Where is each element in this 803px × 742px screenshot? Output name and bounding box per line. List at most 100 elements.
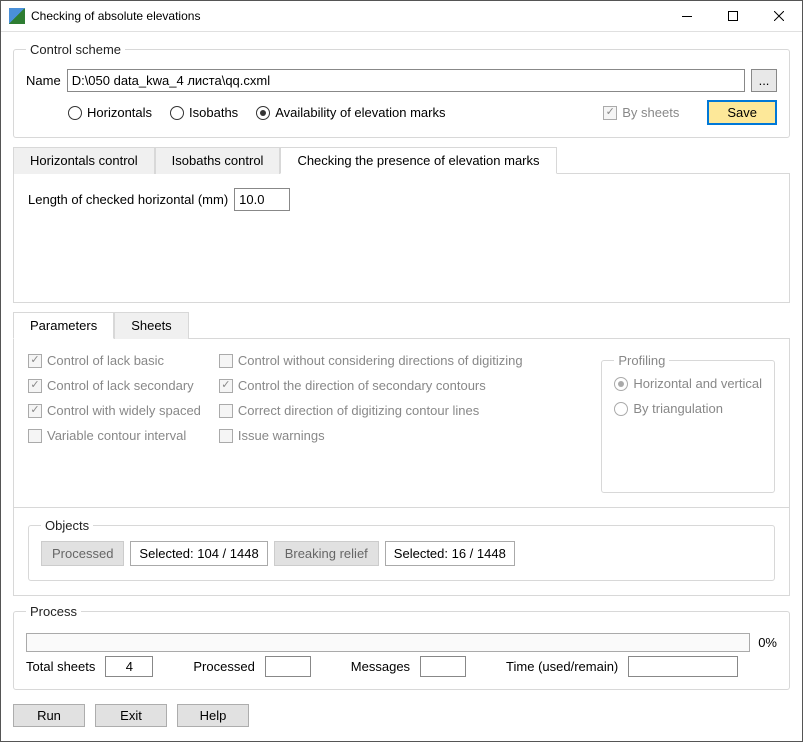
tab-isobaths-control[interactable]: Isobaths control (155, 147, 281, 174)
by-sheets-check: ✓ By sheets (603, 105, 679, 120)
total-sheets-input[interactable] (105, 656, 153, 677)
checkbox-icon: ✓ (219, 379, 233, 393)
check-label: Control the direction of secondary conto… (238, 378, 486, 393)
radio-label: Isobaths (189, 105, 238, 120)
tab-parameters[interactable]: Parameters (13, 312, 114, 339)
check-label: Control with widely spaced (47, 403, 201, 418)
window-title: Checking of absolute elevations (31, 9, 664, 23)
check-label: Variable contour interval (47, 428, 186, 443)
check-label: Control without considering directions o… (238, 353, 523, 368)
check-label: Correct direction of digitizing contour … (238, 403, 479, 418)
check-variable-interval: Variable contour interval (28, 428, 201, 443)
window: Checking of absolute elevations Control … (0, 0, 803, 742)
maximize-button[interactable] (710, 1, 756, 31)
run-button[interactable]: Run (13, 704, 85, 727)
tab-horizontals-control[interactable]: Horizontals control (13, 147, 155, 174)
by-sheets-label: By sheets (622, 105, 679, 120)
checkbox-icon: ✓ (28, 354, 42, 368)
breaking-relief-button[interactable]: Breaking relief (274, 541, 379, 566)
time-input[interactable] (628, 656, 738, 677)
check-label: Control of lack basic (47, 353, 164, 368)
radio-label: Availability of elevation marks (275, 105, 445, 120)
name-label: Name (26, 73, 61, 88)
help-button[interactable]: Help (177, 704, 249, 727)
objects-wrapper: Objects Processed Selected: 104 / 1448 B… (13, 508, 790, 596)
checkbox-icon: ✓ (28, 379, 42, 393)
checkbox-icon (28, 429, 42, 443)
radio-availability[interactable]: Availability of elevation marks (256, 105, 445, 120)
objects-legend: Objects (41, 518, 93, 533)
main-tab-container: Horizontals control Isobaths control Che… (13, 146, 790, 303)
check-widely-spaced: ✓ Control with widely spaced (28, 403, 201, 418)
radio-triangulation: By triangulation (614, 401, 762, 416)
control-scheme-group: Control scheme Name ... Horizontals Isob… (13, 42, 790, 138)
checkbox-icon (219, 404, 233, 418)
tab-sheets[interactable]: Sheets (114, 312, 188, 339)
checkbox-icon: ✓ (28, 404, 42, 418)
progress-row: 0% (26, 633, 777, 652)
radio-label: By triangulation (633, 401, 723, 416)
app-icon (9, 8, 25, 24)
control-scheme-legend: Control scheme (26, 42, 125, 57)
time-label: Time (used/remain) (506, 659, 618, 674)
check-without-directions: Control without considering directions o… (219, 353, 523, 368)
profiling-legend: Profiling (614, 353, 669, 368)
radio-horizontals[interactable]: Horizontals (68, 105, 152, 120)
minimize-button[interactable] (664, 1, 710, 31)
processed-input[interactable] (265, 656, 311, 677)
check-lack-secondary: ✓ Control of lack secondary (28, 378, 201, 393)
ellipsis-icon: ... (759, 73, 770, 88)
objects-row: Processed Selected: 104 / 1448 Breaking … (41, 541, 762, 566)
browse-button[interactable]: ... (751, 69, 777, 92)
processed-selected: Selected: 104 / 1448 (130, 541, 267, 566)
check-direction-secondary: ✓ Control the direction of secondary cont… (219, 378, 523, 393)
radio-icon (614, 402, 628, 416)
params-panel: ✓ Control of lack basic ✓ Control of lack … (13, 338, 790, 508)
profiling-group: Profiling Horizontal and vertical By tri… (601, 353, 775, 493)
checkbox-icon (219, 354, 233, 368)
save-button[interactable]: Save (707, 100, 777, 125)
radio-icon (170, 106, 184, 120)
radio-icon (68, 106, 82, 120)
main-tab-panel: Length of checked horizontal (mm) (13, 173, 790, 303)
messages-label: Messages (351, 659, 410, 674)
length-label: Length of checked horizontal (mm) (28, 192, 228, 207)
check-label: Control of lack secondary (47, 378, 194, 393)
radio-icon (614, 377, 628, 391)
checkbox-icon (219, 429, 233, 443)
name-row: Name ... (26, 69, 777, 92)
check-lack-basic: ✓ Control of lack basic (28, 353, 201, 368)
process-group: Process 0% Total sheets Processed Messag… (13, 604, 790, 690)
check-col-2: Control without considering directions o… (219, 353, 523, 493)
params-tab-container: Parameters Sheets ✓ Control of lack basic… (13, 311, 790, 508)
processed-button[interactable]: Processed (41, 541, 124, 566)
radio-label: Horizontals (87, 105, 152, 120)
radio-icon (256, 106, 270, 120)
breaking-selected: Selected: 16 / 1448 (385, 541, 515, 566)
radio-horizontal-vertical: Horizontal and vertical (614, 376, 762, 391)
mode-radio-row: Horizontals Isobaths Availability of ele… (26, 100, 777, 125)
progress-percent: 0% (758, 635, 777, 650)
messages-input[interactable] (420, 656, 466, 677)
total-sheets-label: Total sheets (26, 659, 95, 674)
check-correct-direction: Correct direction of digitizing contour … (219, 403, 523, 418)
window-controls (664, 1, 802, 31)
tab-checking-presence[interactable]: Checking the presence of elevation marks (280, 147, 556, 174)
length-row: Length of checked horizontal (mm) (28, 188, 775, 211)
check-issue-warnings: Issue warnings (219, 428, 523, 443)
checkbox-icon: ✓ (603, 106, 617, 120)
params-tabs: Parameters Sheets (13, 312, 790, 339)
name-input[interactable] (67, 69, 745, 92)
exit-button[interactable]: Exit (95, 704, 167, 727)
length-input[interactable] (234, 188, 290, 211)
stats-row: Total sheets Processed Messages Time (us… (26, 656, 777, 677)
titlebar: Checking of absolute elevations (1, 1, 802, 32)
radio-label: Horizontal and vertical (633, 376, 762, 391)
radio-isobaths[interactable]: Isobaths (170, 105, 238, 120)
processed-label: Processed (193, 659, 254, 674)
main-tabs: Horizontals control Isobaths control Che… (13, 147, 790, 174)
action-buttons: Run Exit Help (13, 704, 790, 727)
check-col-1: ✓ Control of lack basic ✓ Control of lack … (28, 353, 201, 493)
close-button[interactable] (756, 1, 802, 31)
check-label: Issue warnings (238, 428, 325, 443)
